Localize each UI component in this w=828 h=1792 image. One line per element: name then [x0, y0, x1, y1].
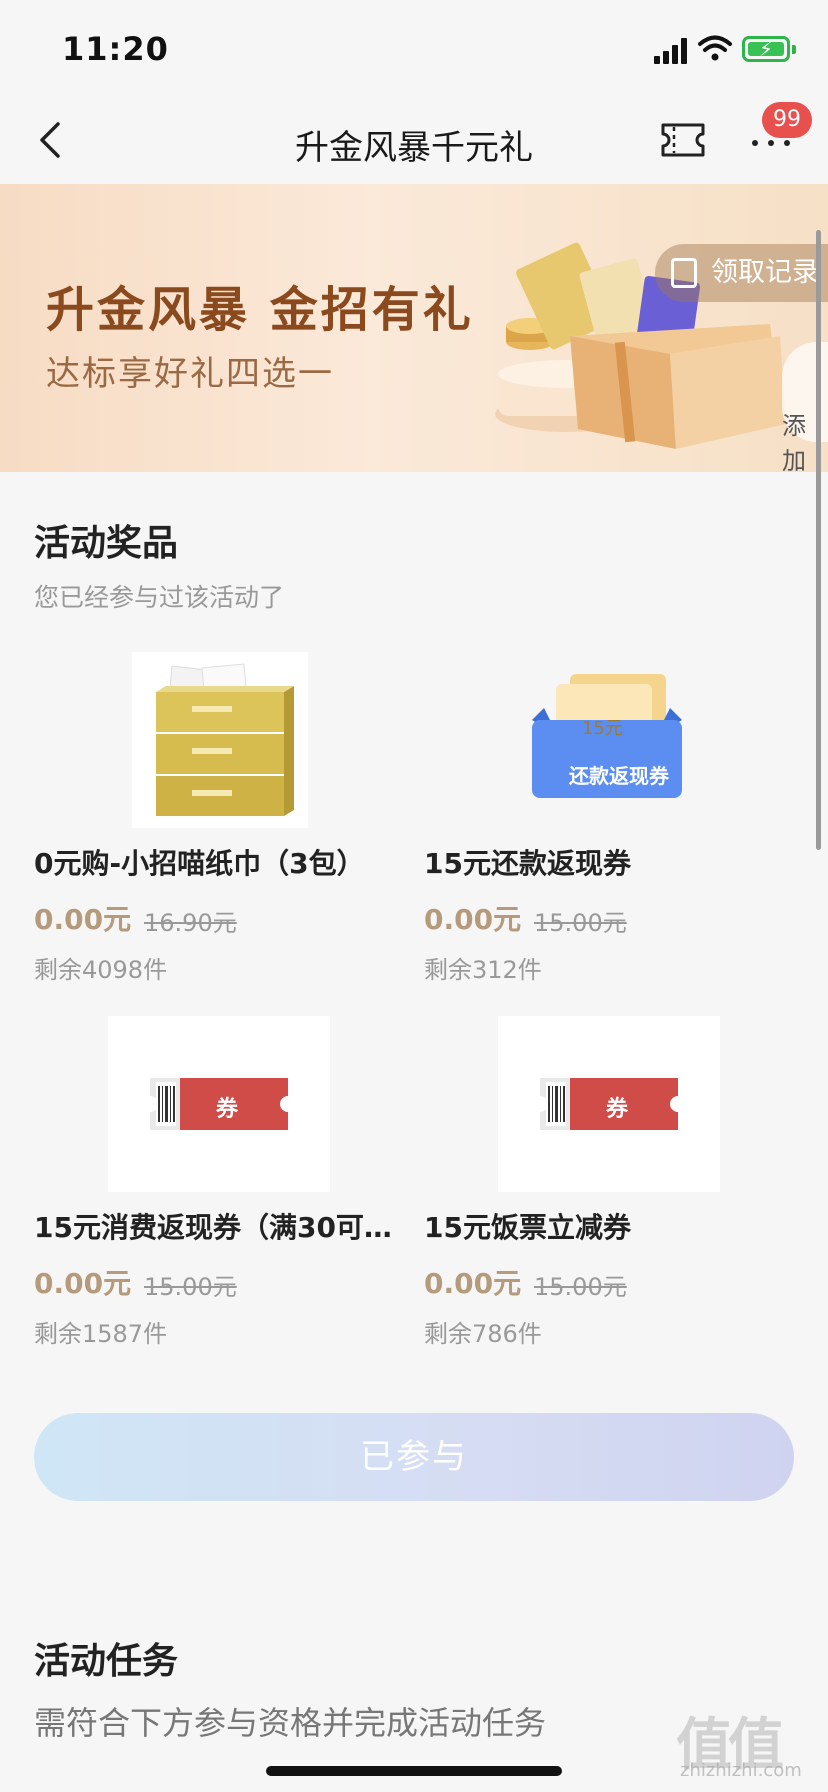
coupon-ticket-image: 券 — [108, 1016, 330, 1192]
prize-name: 15元还款返现券 — [424, 847, 631, 880]
prize-original-price: 15.00元 — [534, 1273, 627, 1301]
repayment-voucher-image: 15元 还款返现券 — [522, 652, 698, 828]
prize-card[interactable]: 券 15元饭票立减券 0.00元 15.00元 剩余786件 — [424, 1016, 784, 1348]
prize-name: 15元消费返现券（满30可… — [34, 1211, 392, 1244]
banner-subtitle: 达标享好礼四选一 — [46, 354, 334, 394]
voucher-label: 还款返现券 — [569, 764, 669, 788]
coupon-ticket-image: 券 — [498, 1016, 720, 1192]
ticket-label: 券 — [606, 1097, 629, 1122]
prizes-section-title: 活动奖品 — [34, 523, 179, 564]
prize-price: 0.00元 — [424, 903, 522, 936]
scrollbar[interactable] — [816, 230, 821, 850]
joined-button[interactable]: 已参与 — [34, 1413, 794, 1501]
ticket-label: 券 — [216, 1097, 239, 1122]
battery-charging-icon: ⚡ — [742, 36, 796, 62]
prize-stock: 剩余786件 — [424, 1320, 542, 1348]
cellular-signal-icon — [654, 38, 688, 64]
nav-bar: 升金风暴千元礼 99 — [0, 100, 828, 184]
tissue-pack-image — [132, 652, 308, 828]
prize-original-price: 15.00元 — [534, 909, 627, 937]
home-indicator[interactable] — [266, 1766, 562, 1776]
prize-stock: 剩余4098件 — [34, 956, 168, 984]
prize-stock: 剩余1587件 — [34, 1320, 168, 1348]
status-bar: 11:20 ⚡ — [0, 0, 828, 100]
prize-price: 0.00元 — [424, 1267, 522, 1300]
add-label: 添加 — [782, 412, 806, 472]
prize-card[interactable]: 券 15元消费返现券（满30可… 0.00元 15.00元 剩余1587件 — [34, 1016, 394, 1348]
prize-original-price: 15.00元 — [144, 1273, 237, 1301]
prize-name: 0元购-小招喵纸巾（3包） — [34, 847, 365, 880]
notification-badge: 99 — [762, 102, 812, 138]
watermark-url: zhizhizhi.com — [680, 1760, 802, 1781]
prize-stock: 剩余312件 — [424, 956, 542, 984]
prize-name: 15元饭票立减券 — [424, 1211, 631, 1244]
wifi-icon — [698, 35, 732, 61]
prize-price: 0.00元 — [34, 903, 132, 936]
prizes-section-subtitle: 您已经参与过该活动了 — [34, 583, 285, 612]
tasks-section-title: 活动任务 — [34, 1641, 179, 1682]
status-time: 11:20 — [62, 30, 169, 68]
tasks-section-subtitle: 需符合下方参与资格并完成活动任务 — [34, 1704, 547, 1742]
receipt-icon — [671, 258, 697, 288]
prize-original-price: 16.90元 — [144, 909, 237, 937]
records-button[interactable]: 领取记录 — [655, 244, 828, 302]
ticket-icon[interactable] — [660, 122, 706, 158]
promo-banner: 升金风暴 金招有礼 达标享好礼四选一 领取记录 添加 — [0, 184, 828, 472]
records-label: 领取记录 — [711, 257, 819, 288]
prize-card[interactable]: 15元 还款返现券 15元还款返现券 0.00元 15.00元 剩余312件 — [424, 652, 784, 984]
voucher-amount: 15元 — [582, 718, 623, 739]
prize-card[interactable]: 0元购-小招喵纸巾（3包） 0.00元 16.90元 剩余4098件 — [34, 652, 394, 984]
prize-price: 0.00元 — [34, 1267, 132, 1300]
banner-title: 升金风暴 金招有礼 — [46, 282, 474, 338]
